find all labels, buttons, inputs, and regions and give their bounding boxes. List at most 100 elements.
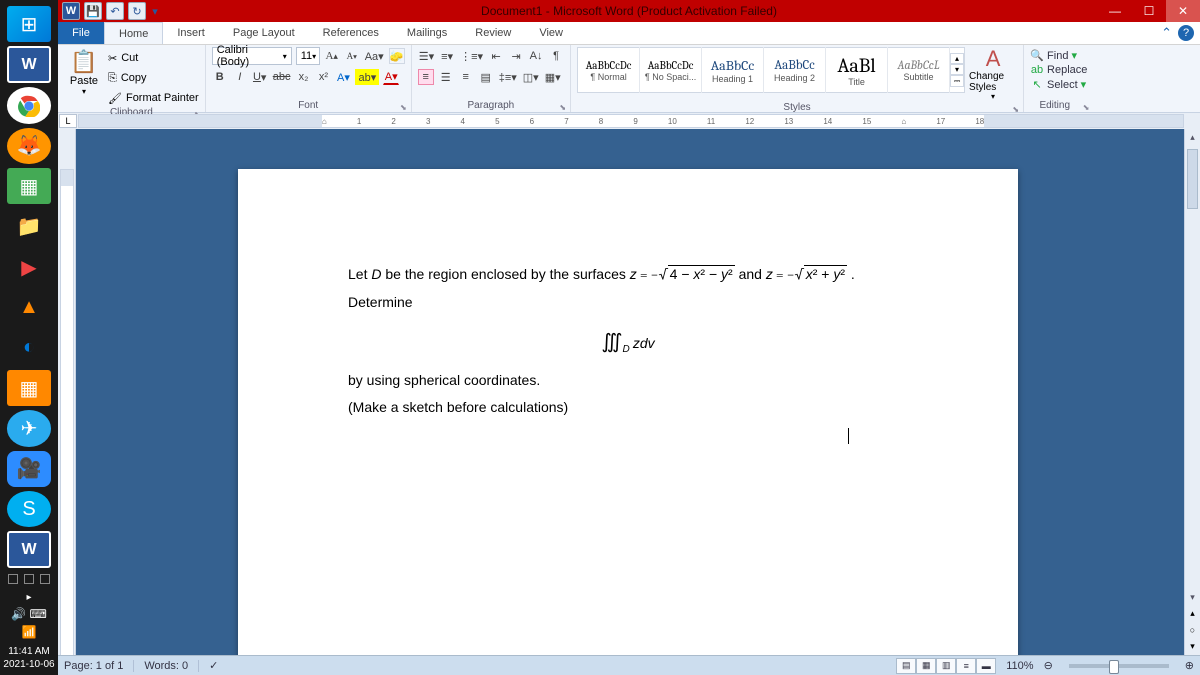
shading-button[interactable]: ◫▾: [522, 69, 540, 85]
grow-font-button[interactable]: A▴: [324, 48, 340, 64]
style-heading1[interactable]: AaBbCcHeading 1: [702, 47, 764, 93]
view-outline-icon[interactable]: ≡: [956, 658, 976, 674]
find-button[interactable]: 🔍Find ▾: [1030, 49, 1087, 62]
tab-references[interactable]: References: [309, 22, 393, 44]
taskbar-word-active[interactable]: W: [7, 46, 51, 83]
strike-button[interactable]: abc: [272, 69, 292, 85]
taskbar-edge[interactable]: ◐: [7, 330, 51, 366]
tab-home[interactable]: Home: [104, 22, 163, 44]
multilevel-button[interactable]: ⋮≡▾: [459, 48, 484, 64]
borders-button[interactable]: ▦▾: [544, 69, 562, 85]
maximize-button[interactable]: ☐: [1132, 0, 1166, 22]
view-print-icon[interactable]: ▤: [896, 658, 916, 674]
minimize-button[interactable]: —: [1098, 0, 1132, 22]
clear-formatting-button[interactable]: 🧽: [389, 48, 405, 64]
qat-undo-button[interactable]: ↶: [106, 2, 124, 20]
sort-button[interactable]: A↓: [528, 48, 544, 64]
zoom-level[interactable]: 110%: [1006, 660, 1033, 672]
help-icon[interactable]: ?: [1178, 25, 1194, 41]
tab-page-layout[interactable]: Page Layout: [219, 22, 309, 44]
zoom-out-button[interactable]: ⊖: [1044, 659, 1053, 672]
vertical-ruler[interactable]: [58, 129, 76, 655]
style-nospacing[interactable]: AaBbCcDc¶ No Spaci...: [640, 47, 702, 93]
justify-button[interactable]: ▤: [478, 69, 494, 85]
taskbar-files[interactable]: 📁: [7, 208, 51, 244]
horizontal-ruler[interactable]: ⌂123456789101112131415⌂1718: [78, 114, 1184, 128]
replace-button[interactable]: abReplace: [1030, 64, 1087, 76]
font-size-select[interactable]: 11 ▾: [296, 47, 320, 65]
italic-button[interactable]: I: [232, 69, 248, 85]
font-name-select[interactable]: Calibri (Body) ▾: [212, 47, 292, 65]
taskbar-clock[interactable]: 11:41 AM 2021-10-06: [3, 645, 54, 671]
bullets-button[interactable]: ☰▾: [418, 48, 435, 64]
align-right-button[interactable]: ≡: [458, 69, 474, 85]
style-normal[interactable]: AaBbCcDc¶ Normal: [578, 47, 640, 93]
zoom-in-button[interactable]: ⊕: [1185, 659, 1194, 672]
taskbar-nav[interactable]: [4, 574, 54, 586]
tab-review[interactable]: Review: [461, 22, 525, 44]
taskbar-word[interactable]: W: [7, 531, 51, 568]
view-fullscreen-icon[interactable]: ▦: [916, 658, 936, 674]
tray-network-icon[interactable]: 📶: [22, 625, 37, 639]
taskbar-chrome[interactable]: [7, 87, 51, 123]
vertical-scrollbar[interactable]: ▴ ▾: [1184, 129, 1200, 655]
status-proofing-icon[interactable]: ✓: [209, 659, 218, 672]
highlight-button[interactable]: ab▾: [355, 69, 379, 85]
close-button[interactable]: ✕: [1166, 0, 1200, 22]
taskbar-firefox[interactable]: 🦊: [7, 128, 51, 164]
format-painter-button[interactable]: 🖌Format Painter: [108, 89, 199, 107]
text-effects-button[interactable]: A▾: [335, 69, 351, 85]
qat-customize-icon[interactable]: ▾: [150, 2, 160, 20]
view-draft-icon[interactable]: ▬: [976, 658, 996, 674]
tab-view[interactable]: View: [525, 22, 577, 44]
taskbar-vlc[interactable]: ▲: [7, 289, 51, 325]
increase-indent-button[interactable]: ⇥: [508, 48, 524, 64]
align-left-button[interactable]: ≡: [418, 69, 434, 85]
tab-insert[interactable]: Insert: [163, 22, 219, 44]
paste-button[interactable]: 📋 Paste▾: [64, 47, 104, 97]
taskbar-zoom[interactable]: 🎥: [7, 451, 51, 487]
taskbar-media[interactable]: ▶: [7, 249, 51, 285]
line-spacing-button[interactable]: ‡≡▾: [498, 69, 518, 85]
change-case-button[interactable]: Aa▾: [364, 48, 385, 64]
bold-button[interactable]: B: [212, 69, 228, 85]
view-buttons[interactable]: ▤ ▦ ▥ ≡ ▬: [896, 658, 996, 674]
taskbar-app1[interactable]: ▦: [7, 168, 51, 204]
browse-object-nav[interactable]: ▴○▾: [1184, 605, 1200, 655]
tab-mailings[interactable]: Mailings: [393, 22, 461, 44]
underline-button[interactable]: U▾: [252, 69, 268, 85]
view-web-icon[interactable]: ▥: [936, 658, 956, 674]
decrease-indent-button[interactable]: ⇤: [488, 48, 504, 64]
scrollbar-thumb[interactable]: [1187, 149, 1198, 209]
status-words[interactable]: Words: 0: [144, 660, 199, 672]
word-logo-icon[interactable]: W: [62, 2, 80, 20]
taskbar-overflow[interactable]: ▸: [26, 592, 31, 603]
start-button[interactable]: ⊞: [7, 6, 51, 42]
align-center-button[interactable]: ☰: [438, 69, 454, 85]
style-subtitle[interactable]: AaBbCcLSubtitle: [888, 47, 950, 93]
change-styles-button[interactable]: A Change Styles▾: [969, 47, 1017, 102]
taskbar-telegram[interactable]: ✈: [7, 410, 51, 446]
ribbon-minimize-icon[interactable]: ⌃: [1161, 25, 1172, 41]
cut-button[interactable]: ✂Cut: [108, 49, 199, 67]
status-page[interactable]: Page: 1 of 1: [64, 660, 134, 672]
show-hide-button[interactable]: ¶: [548, 48, 564, 64]
taskbar-skype[interactable]: S: [7, 491, 51, 527]
zoom-slider[interactable]: [1069, 664, 1169, 668]
font-color-button[interactable]: A▾: [383, 69, 399, 85]
qat-save-icon[interactable]: 💾: [84, 2, 102, 20]
file-tab[interactable]: File: [58, 22, 104, 44]
select-button[interactable]: ↖Select ▾: [1030, 78, 1087, 91]
style-title[interactable]: AaBlTitle: [826, 47, 888, 93]
numbering-button[interactable]: ≡▾: [439, 48, 455, 64]
superscript-button[interactable]: x²: [315, 69, 331, 85]
copy-button[interactable]: ⎘Copy: [108, 69, 199, 87]
style-heading2[interactable]: AaBbCcHeading 2: [764, 47, 826, 93]
styles-gallery[interactable]: AaBbCcDc¶ Normal AaBbCcDc¶ No Spaci... A…: [577, 47, 965, 93]
document-page[interactable]: Let D be the region enclosed by the surf…: [238, 169, 1018, 655]
subscript-button[interactable]: x₂: [295, 69, 311, 85]
shrink-font-button[interactable]: A▾: [344, 48, 360, 64]
tray-volume-icon[interactable]: 🔊 ⌨: [11, 607, 47, 621]
qat-redo-button[interactable]: ↻: [128, 2, 146, 20]
styles-scroll[interactable]: ▴▾⎓: [950, 53, 964, 87]
